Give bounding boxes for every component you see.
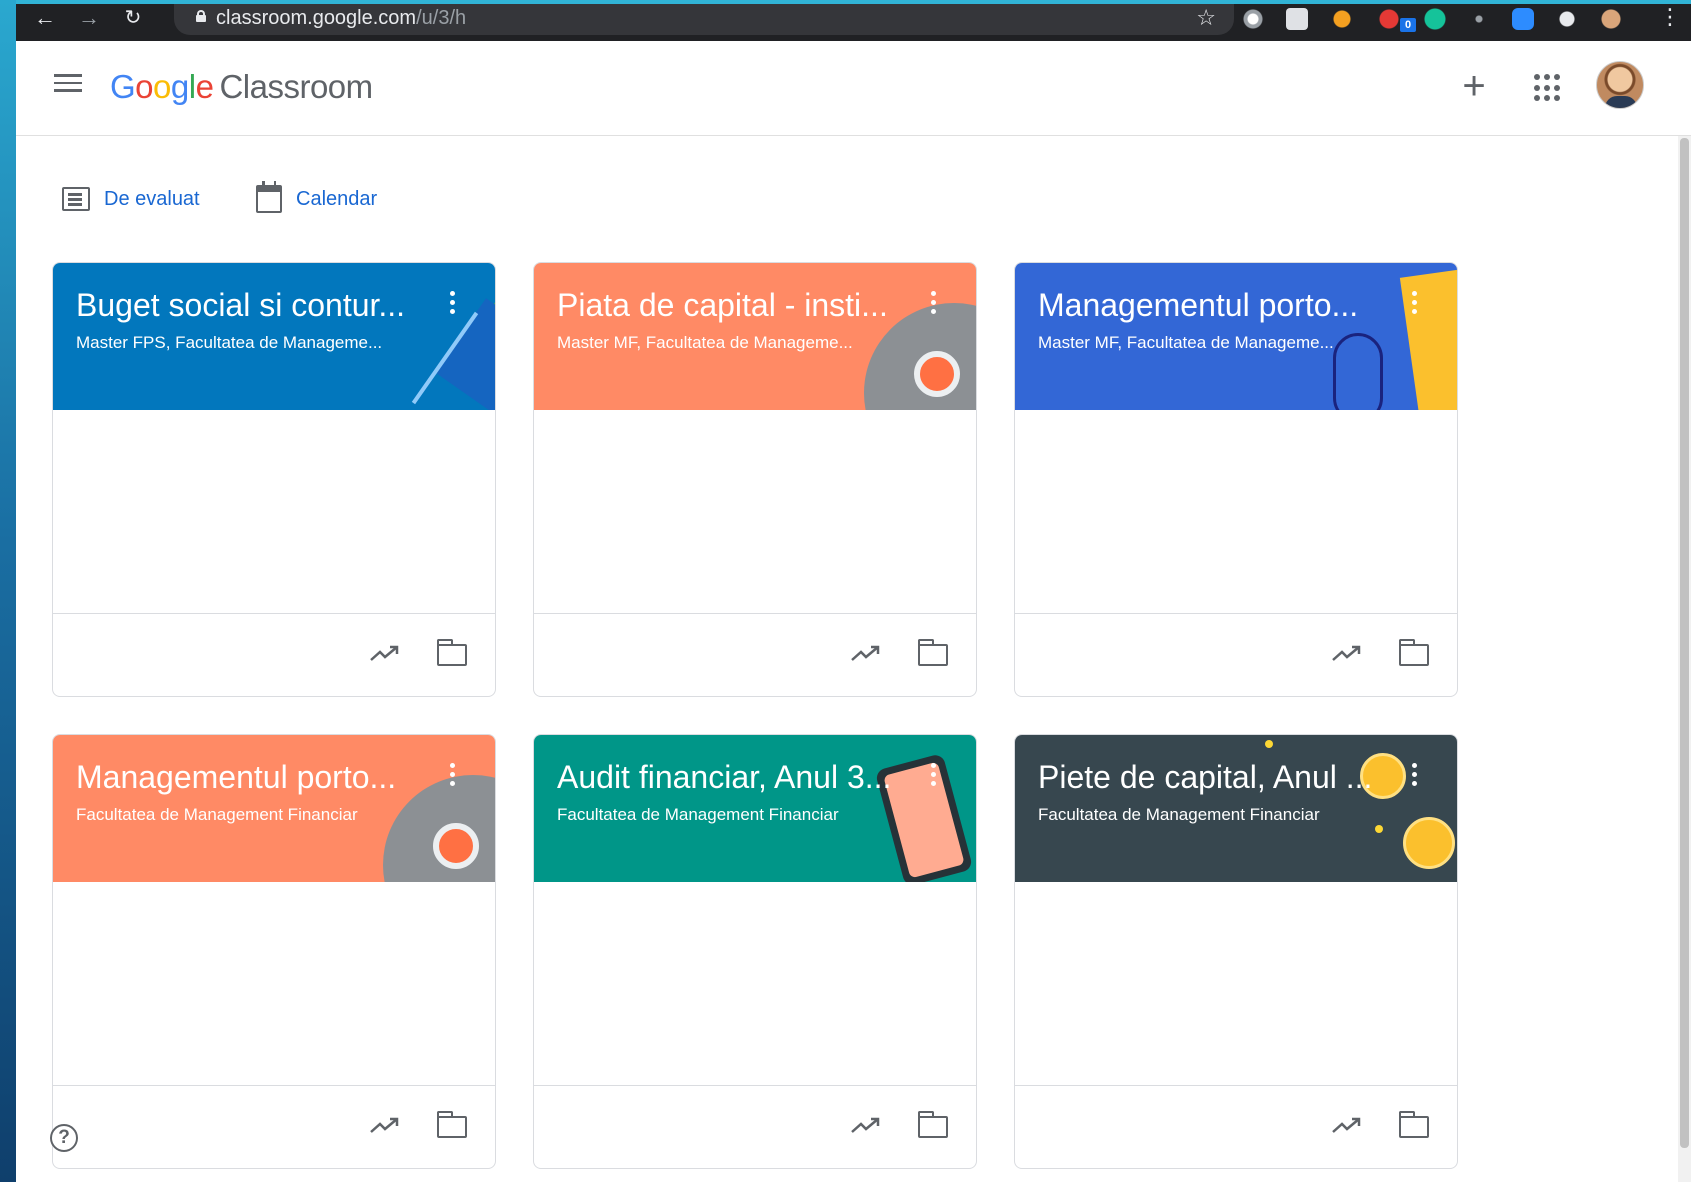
assignment-icon bbox=[62, 187, 90, 211]
trending-up-icon[interactable] bbox=[850, 642, 882, 666]
calendar-link[interactable]: Calendar bbox=[256, 181, 377, 214]
extension-image-icon[interactable] bbox=[1286, 8, 1308, 30]
more-options-icon[interactable] bbox=[1408, 291, 1420, 321]
class-title[interactable]: Managementul porto... bbox=[1038, 287, 1378, 324]
more-options-icon[interactable] bbox=[1408, 763, 1420, 793]
back-icon[interactable]: ← bbox=[30, 4, 60, 34]
folder-icon[interactable] bbox=[1398, 639, 1429, 666]
google-classroom-logo[interactable]: Google Classroom bbox=[110, 68, 373, 106]
card-header[interactable]: Audit financiar, Anul 3... Facultatea de… bbox=[534, 735, 976, 882]
card-footer bbox=[53, 1085, 495, 1168]
folder-icon[interactable] bbox=[1398, 1111, 1429, 1138]
class-subtitle: Facultatea de Management Financiar bbox=[1038, 805, 1320, 824]
extension-badge: 0 bbox=[1400, 18, 1416, 32]
class-title[interactable]: Managementul porto... bbox=[76, 759, 416, 796]
main-menu-icon[interactable] bbox=[54, 74, 82, 96]
zoom-icon[interactable] bbox=[1512, 8, 1534, 30]
card-header[interactable]: Buget social si contur... Master FPS, Fa… bbox=[53, 263, 495, 410]
calendar-icon bbox=[256, 181, 282, 213]
extension-circle-icon[interactable] bbox=[1242, 8, 1264, 30]
app-header: Google Classroom + bbox=[16, 41, 1691, 136]
class-card[interactable]: Managementul porto... Master MF, Faculta… bbox=[1014, 262, 1458, 697]
account-avatar[interactable] bbox=[1596, 61, 1644, 109]
grammarly-icon[interactable] bbox=[1424, 8, 1446, 30]
trending-up-icon[interactable] bbox=[1331, 642, 1363, 666]
card-footer bbox=[534, 613, 976, 696]
class-card[interactable]: Piata de capital - insti... Master MF, F… bbox=[533, 262, 977, 697]
trending-up-icon[interactable] bbox=[369, 642, 401, 666]
browser-toolbar: ← → ↻ classroom.google.com/u/3/h ☆ 0 ⋮ bbox=[16, 0, 1691, 41]
card-header[interactable]: Piata de capital - insti... Master MF, F… bbox=[534, 263, 976, 410]
address-bar[interactable]: classroom.google.com/u/3/h ☆ bbox=[174, 4, 1234, 35]
desktop-background bbox=[0, 0, 16, 1182]
more-options-icon[interactable] bbox=[927, 291, 939, 321]
page-scrollbar[interactable] bbox=[1678, 136, 1691, 1182]
forward-icon[interactable]: → bbox=[74, 4, 104, 34]
extension-dots-icon[interactable] bbox=[1468, 8, 1490, 30]
bookmark-star-icon[interactable]: ☆ bbox=[1196, 5, 1216, 31]
class-card[interactable]: Buget social si contur... Master FPS, Fa… bbox=[52, 262, 496, 697]
extension-cookie-icon[interactable] bbox=[1331, 8, 1353, 30]
card-header[interactable]: Piete de capital, Anul ... Facultatea de… bbox=[1015, 735, 1457, 882]
class-subtitle: Master MF, Facultatea de Manageme... bbox=[1038, 333, 1334, 352]
class-card[interactable]: Managementul porto... Facultatea de Mana… bbox=[52, 734, 496, 1169]
class-title[interactable]: Piete de capital, Anul ... bbox=[1038, 759, 1378, 796]
card-footer bbox=[1015, 1085, 1457, 1168]
trending-up-icon[interactable] bbox=[1331, 1114, 1363, 1138]
add-class-button[interactable]: + bbox=[1454, 66, 1494, 107]
folder-icon[interactable] bbox=[436, 1111, 467, 1138]
card-header[interactable]: Managementul porto... Master MF, Faculta… bbox=[1015, 263, 1457, 410]
more-options-icon[interactable] bbox=[446, 291, 458, 321]
trending-up-icon[interactable] bbox=[850, 1114, 882, 1138]
folder-icon[interactable] bbox=[917, 639, 948, 666]
class-card[interactable]: Piete de capital, Anul ... Facultatea de… bbox=[1014, 734, 1458, 1169]
quick-links: De evaluat Calendar bbox=[16, 136, 1691, 246]
card-header[interactable]: Managementul porto... Facultatea de Mana… bbox=[53, 735, 495, 882]
card-footer bbox=[534, 1085, 976, 1168]
browser-menu-icon[interactable]: ⋮ bbox=[1659, 6, 1681, 28]
class-subtitle: Master MF, Facultatea de Manageme... bbox=[557, 333, 853, 352]
class-subtitle: Master FPS, Facultatea de Manageme... bbox=[76, 333, 383, 352]
folder-icon[interactable] bbox=[917, 1111, 948, 1138]
lock-icon bbox=[196, 10, 206, 22]
trending-up-icon[interactable] bbox=[369, 1114, 401, 1138]
class-title[interactable]: Audit financiar, Anul 3... bbox=[557, 759, 897, 796]
browser-window: ← → ↻ classroom.google.com/u/3/h ☆ 0 ⋮ G… bbox=[16, 0, 1691, 1182]
class-title[interactable]: Buget social si contur... bbox=[76, 287, 416, 324]
class-subtitle: Facultatea de Management Financiar bbox=[557, 805, 839, 824]
extension-red-icon[interactable] bbox=[1378, 8, 1400, 30]
class-card[interactable]: Audit financiar, Anul 3... Facultatea de… bbox=[533, 734, 977, 1169]
card-footer bbox=[1015, 613, 1457, 696]
reload-icon[interactable]: ↻ bbox=[118, 4, 148, 34]
folder-icon[interactable] bbox=[436, 639, 467, 666]
to-review-link[interactable]: De evaluat bbox=[62, 184, 200, 214]
google-apps-icon[interactable] bbox=[1534, 74, 1562, 102]
extensions-puzzle-icon[interactable] bbox=[1556, 8, 1578, 30]
url-text: classroom.google.com/u/3/h bbox=[216, 7, 467, 29]
more-options-icon[interactable] bbox=[927, 763, 939, 793]
class-title[interactable]: Piata de capital - insti... bbox=[557, 287, 897, 324]
class-subtitle: Facultatea de Management Financiar bbox=[76, 805, 358, 824]
card-footer bbox=[53, 613, 495, 696]
profile-avatar-icon[interactable] bbox=[1600, 8, 1622, 30]
more-options-icon[interactable] bbox=[446, 763, 458, 793]
help-icon[interactable]: ? bbox=[50, 1124, 78, 1152]
